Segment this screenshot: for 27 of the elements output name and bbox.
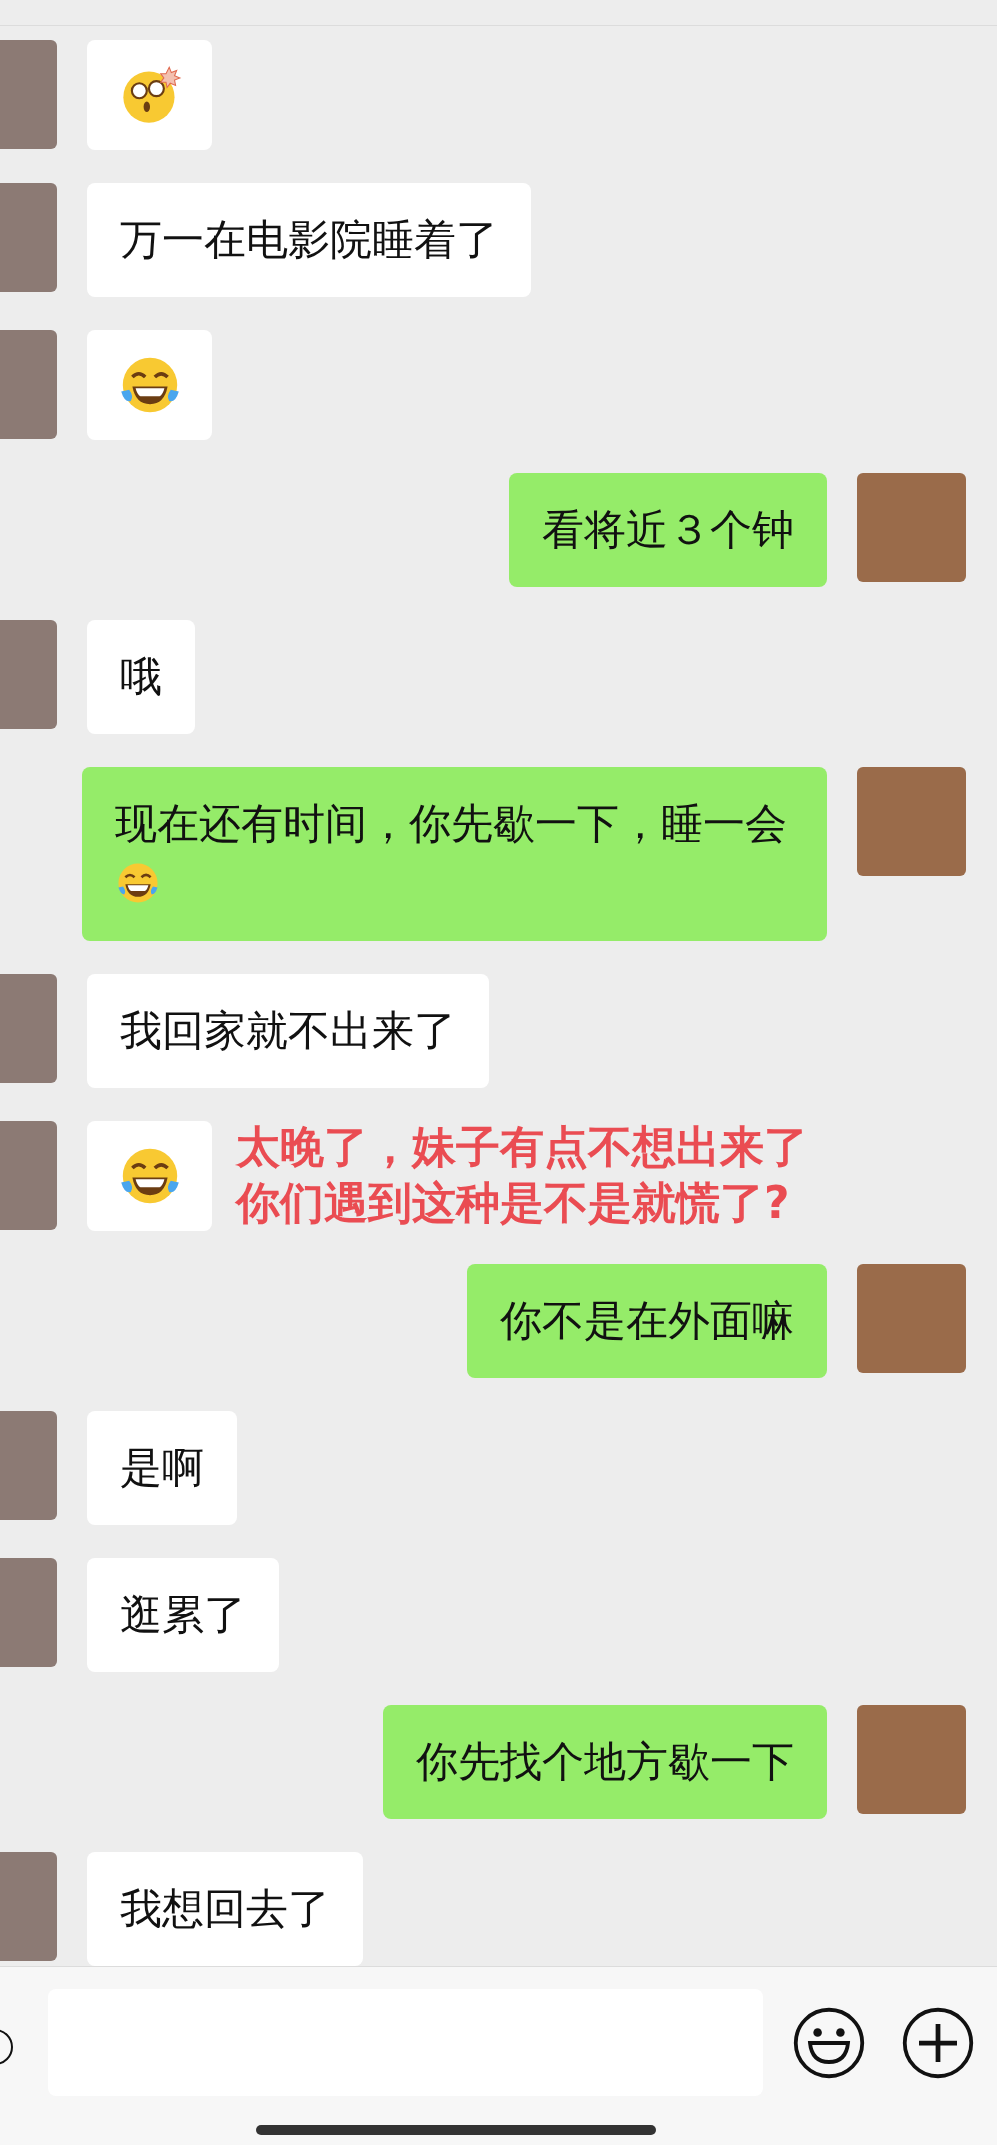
avatar-photo-placeholder[interactable] bbox=[857, 1705, 966, 1814]
avatar-photo-placeholder[interactable] bbox=[0, 40, 57, 149]
avatar-photo-placeholder[interactable] bbox=[0, 974, 57, 1083]
plus-icon[interactable] bbox=[900, 2005, 976, 2081]
avatar-photo-placeholder[interactable] bbox=[0, 620, 57, 729]
message-text: 你不是在外面嘛 bbox=[500, 1295, 794, 1347]
avatar-photo-placeholder[interactable] bbox=[857, 767, 966, 876]
avatar-photo-placeholder[interactable] bbox=[0, 183, 57, 292]
avatar-photo-placeholder[interactable] bbox=[857, 473, 966, 582]
avatar-photo-placeholder[interactable] bbox=[857, 1264, 966, 1373]
avatar-photo-placeholder[interactable] bbox=[0, 330, 57, 439]
message-text: 万一在电影院睡着了 bbox=[120, 214, 498, 266]
message-text: 逛累了 bbox=[120, 1589, 246, 1641]
avatar-photo-placeholder[interactable] bbox=[0, 1411, 57, 1520]
avatar-photo-placeholder[interactable] bbox=[0, 1852, 57, 1961]
emoji-icon[interactable] bbox=[791, 2005, 867, 2081]
annotation-text: 你们遇到这种是不是就慌了? bbox=[236, 1176, 791, 1230]
message-text: 是啊 bbox=[120, 1442, 204, 1494]
message-text: 看将近３个钟 bbox=[542, 504, 794, 556]
message-text: 你先找个地方歇一下 bbox=[416, 1736, 794, 1788]
avatar-photo-placeholder[interactable] bbox=[0, 1121, 57, 1230]
message-text: 我想回去了 bbox=[120, 1883, 330, 1935]
message-text: 哦 bbox=[120, 651, 162, 703]
annotation-text: 太晚了，妹子有点不想出来了 bbox=[236, 1120, 808, 1174]
message-text: 我回家就不出来了 bbox=[120, 1005, 456, 1057]
avatar-photo-placeholder[interactable] bbox=[0, 1558, 57, 1667]
message-text: 现在还有时间，你先歇一下，睡一会 bbox=[115, 794, 794, 914]
